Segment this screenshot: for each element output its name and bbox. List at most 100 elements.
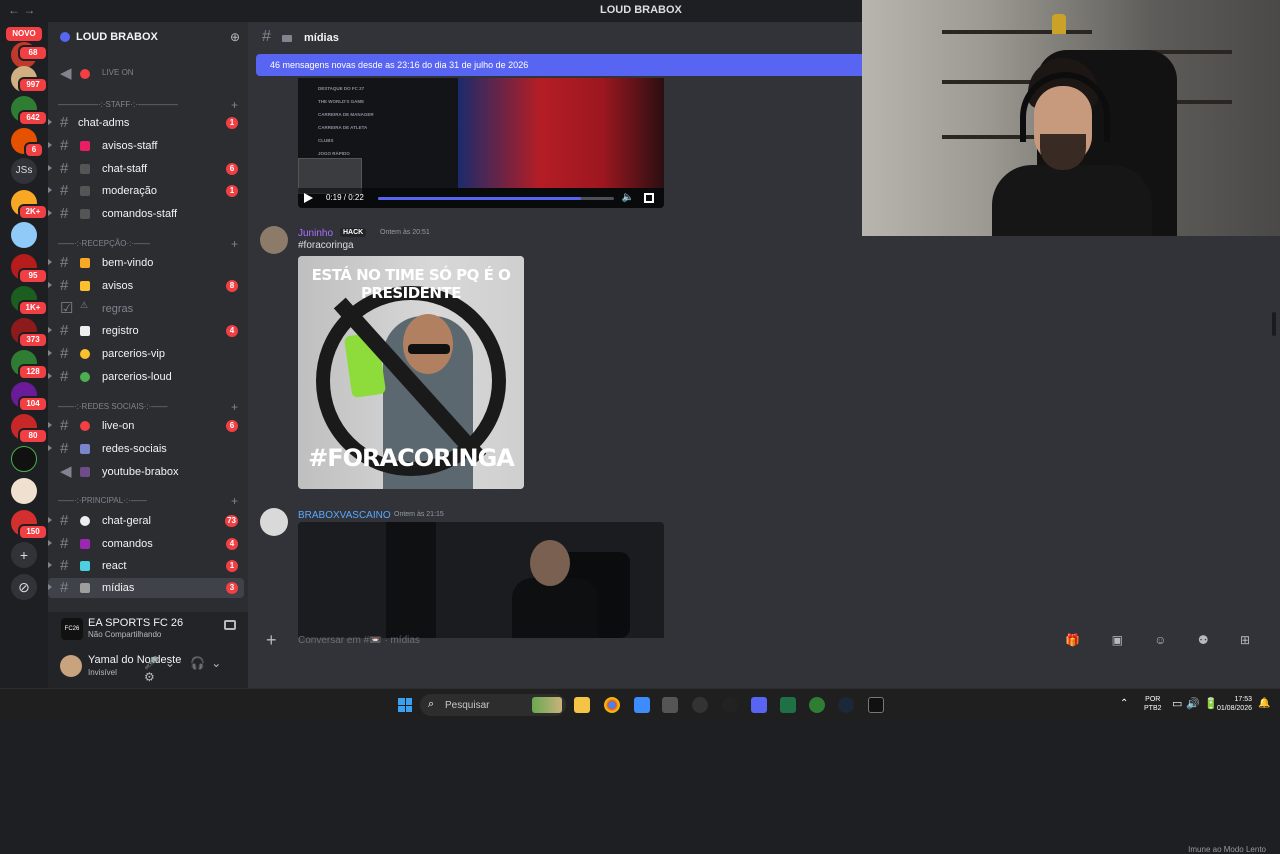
channel-live-on-voice[interactable]: ◀ LIVE ON: [48, 64, 244, 84]
taskbar-search[interactable]: ⌕ Pesquisar: [420, 694, 566, 716]
channel-chat-geral[interactable]: # chat-geral 73: [48, 511, 244, 531]
category-redes-sociais[interactable]: ——·:·REDES SOCIAIS·:·—— +: [58, 400, 238, 414]
app-icon[interactable]: [722, 697, 738, 713]
channel-youtube-brabox[interactable]: ◀ youtube-brabox: [48, 462, 244, 482]
arrow-icon: [48, 422, 52, 428]
channel-chat-adms[interactable]: # chat-adms 1: [48, 113, 244, 133]
avatar[interactable]: [260, 226, 288, 254]
category-principal[interactable]: ——·:·PRINCIPAL·:·—— +: [58, 494, 238, 508]
server-text-icon[interactable]: JSs: [11, 158, 37, 184]
server-badge: 95: [18, 268, 48, 284]
explore-icon[interactable]: ⊘: [11, 574, 37, 600]
attach-icon[interactable]: +: [266, 630, 277, 651]
channel-live-on[interactable]: # live-on 6: [48, 416, 244, 436]
server-badge: 68: [18, 45, 48, 61]
arrow-icon: [48, 373, 52, 379]
video-seekbar[interactable]: [378, 197, 614, 200]
channel-react[interactable]: # react 1: [48, 556, 244, 576]
obs-icon[interactable]: [692, 697, 708, 713]
tray-chevron-icon[interactable]: ⌃: [1120, 698, 1128, 709]
hash-icon: #: [60, 322, 69, 339]
app-icon[interactable]: [780, 697, 796, 713]
composer-placeholder[interactable]: Conversar em #📼 · mídias: [298, 635, 420, 646]
webcam-hoodie: [992, 165, 1152, 236]
author-name[interactable]: Juninho: [298, 228, 333, 239]
channel-regras[interactable]: ☑ ⚠ regras: [48, 299, 244, 319]
channel-label: comandos: [102, 538, 153, 550]
app-icon[interactable]: [634, 697, 650, 713]
channel-midias[interactable]: # mídias 3: [48, 578, 244, 598]
hash-icon: #: [60, 535, 69, 552]
file-explorer-icon[interactable]: [574, 697, 590, 713]
screen-share-icon[interactable]: [224, 620, 236, 630]
channel-label: react: [102, 560, 127, 572]
channel-label: comandos-staff: [102, 208, 178, 220]
server-badge: 150: [18, 524, 48, 540]
arrow-icon: [48, 540, 52, 546]
composer-tools[interactable]: 🎁 ▣ ☺ ⚉ ⊞: [1065, 633, 1264, 647]
channel-moderacao[interactable]: # moderação 1: [48, 181, 244, 201]
arrow-icon: [48, 327, 52, 333]
hash-icon: #: [60, 579, 69, 596]
user-panel: Yamal do Nordeste Invisível 🎤⌄ 🎧⌄ ⚙: [48, 646, 248, 688]
channel-label: youtube-brabox: [102, 466, 179, 478]
add-member-icon[interactable]: ⊕: [230, 30, 240, 44]
server-icon[interactable]: [11, 446, 37, 472]
category-staff[interactable]: —————·:·STAFF·:·————— +: [58, 98, 238, 112]
category-recepcao[interactable]: ——·:·RECEPÇÃO·:·—— +: [58, 237, 238, 251]
message-composer[interactable]: + Conversar em #📼 · mídias 🎁 ▣ ☺ ⚉ ⊞: [256, 626, 1272, 656]
play-icon[interactable]: [304, 193, 313, 203]
server-header[interactable]: LOUD BRABOX ⊕: [48, 22, 248, 54]
video-player[interactable]: DESTAQUE DO FC 27 THE WORLD'S GAME CARRE…: [298, 78, 664, 208]
app-icon[interactable]: [662, 697, 678, 713]
discord-icon[interactable]: [751, 697, 767, 713]
fullscreen-icon[interactable]: [644, 193, 654, 203]
clock[interactable]: 17:53 01/08/2026: [1208, 695, 1252, 713]
webcam-trophy: [1052, 14, 1066, 34]
avatar[interactable]: [60, 655, 82, 677]
steam-icon[interactable]: [838, 697, 854, 713]
channel-avisos-staff[interactable]: # avisos-staff: [48, 136, 244, 156]
activity-panel[interactable]: FC26 EA SPORTS FC 26 Não Compartilhando: [48, 612, 248, 646]
image-attachment[interactable]: ESTÁ NO TIME SÓ PQ É O PRESIDENTE #FORAC…: [298, 256, 524, 489]
add-server-icon[interactable]: +: [11, 542, 37, 568]
add-channel-icon[interactable]: +: [231, 494, 238, 508]
notification-bell-icon[interactable]: 🔔: [1258, 698, 1270, 709]
arrow-icon: [48, 517, 52, 523]
keyboard-language[interactable]: POR PTB2: [1144, 695, 1162, 713]
category-label: ——·:·PRINCIPAL·:·——: [58, 496, 147, 505]
app-icon[interactable]: [809, 697, 825, 713]
channel-comandos-staff[interactable]: # comandos-staff: [48, 204, 244, 224]
nav-arrows[interactable]: ← →: [8, 3, 35, 17]
add-channel-icon[interactable]: +: [231, 237, 238, 251]
video-attachment[interactable]: [298, 522, 664, 638]
new-messages-bar[interactable]: 46 mensagens novas desde as 23:16 do dia…: [256, 54, 862, 76]
channel-bem-vindo[interactable]: # bem-vindo: [48, 253, 244, 273]
arrow-icon: [48, 142, 52, 148]
channel-chat-staff[interactable]: # chat-staff 6: [48, 159, 244, 179]
add-channel-icon[interactable]: +: [231, 98, 238, 112]
volume-icon[interactable]: 🔈: [622, 192, 634, 203]
channel-redes-sociais[interactable]: # redes-sociais: [48, 439, 244, 459]
avatar[interactable]: [260, 508, 288, 536]
channel-avisos[interactable]: # avisos 8: [48, 276, 244, 296]
channel-parcerios-vip[interactable]: # parcerios-vip: [48, 344, 244, 364]
add-channel-icon[interactable]: +: [231, 400, 238, 414]
channel-registro[interactable]: # registro 4: [48, 321, 244, 341]
new-messages-text: 46 mensagens novas desde as 23:16 do dia…: [270, 60, 529, 70]
ea-app-icon[interactable]: [868, 697, 884, 713]
speaker-icon: ◀: [60, 65, 72, 82]
author-name[interactable]: BRABOXVASCAINO: [298, 510, 391, 521]
server-icon[interactable]: [11, 222, 37, 248]
scrollbar[interactable]: [1272, 312, 1276, 336]
arrow-icon: [48, 165, 52, 171]
server-badge: 373: [18, 332, 48, 348]
channel-comandos[interactable]: # comandos 4: [48, 534, 244, 554]
channel-parcerios-loud[interactable]: # parcerios-loud: [48, 367, 244, 387]
voice-controls[interactable]: 🎤⌄ 🎧⌄ ⚙: [144, 656, 248, 684]
hash-icon: #: [60, 557, 69, 574]
video-controls: 0:19 / 0:22 🔈: [298, 188, 664, 208]
windows-start-icon[interactable]: [398, 698, 412, 712]
server-icon[interactable]: [11, 478, 37, 504]
chrome-icon[interactable]: [604, 697, 620, 713]
